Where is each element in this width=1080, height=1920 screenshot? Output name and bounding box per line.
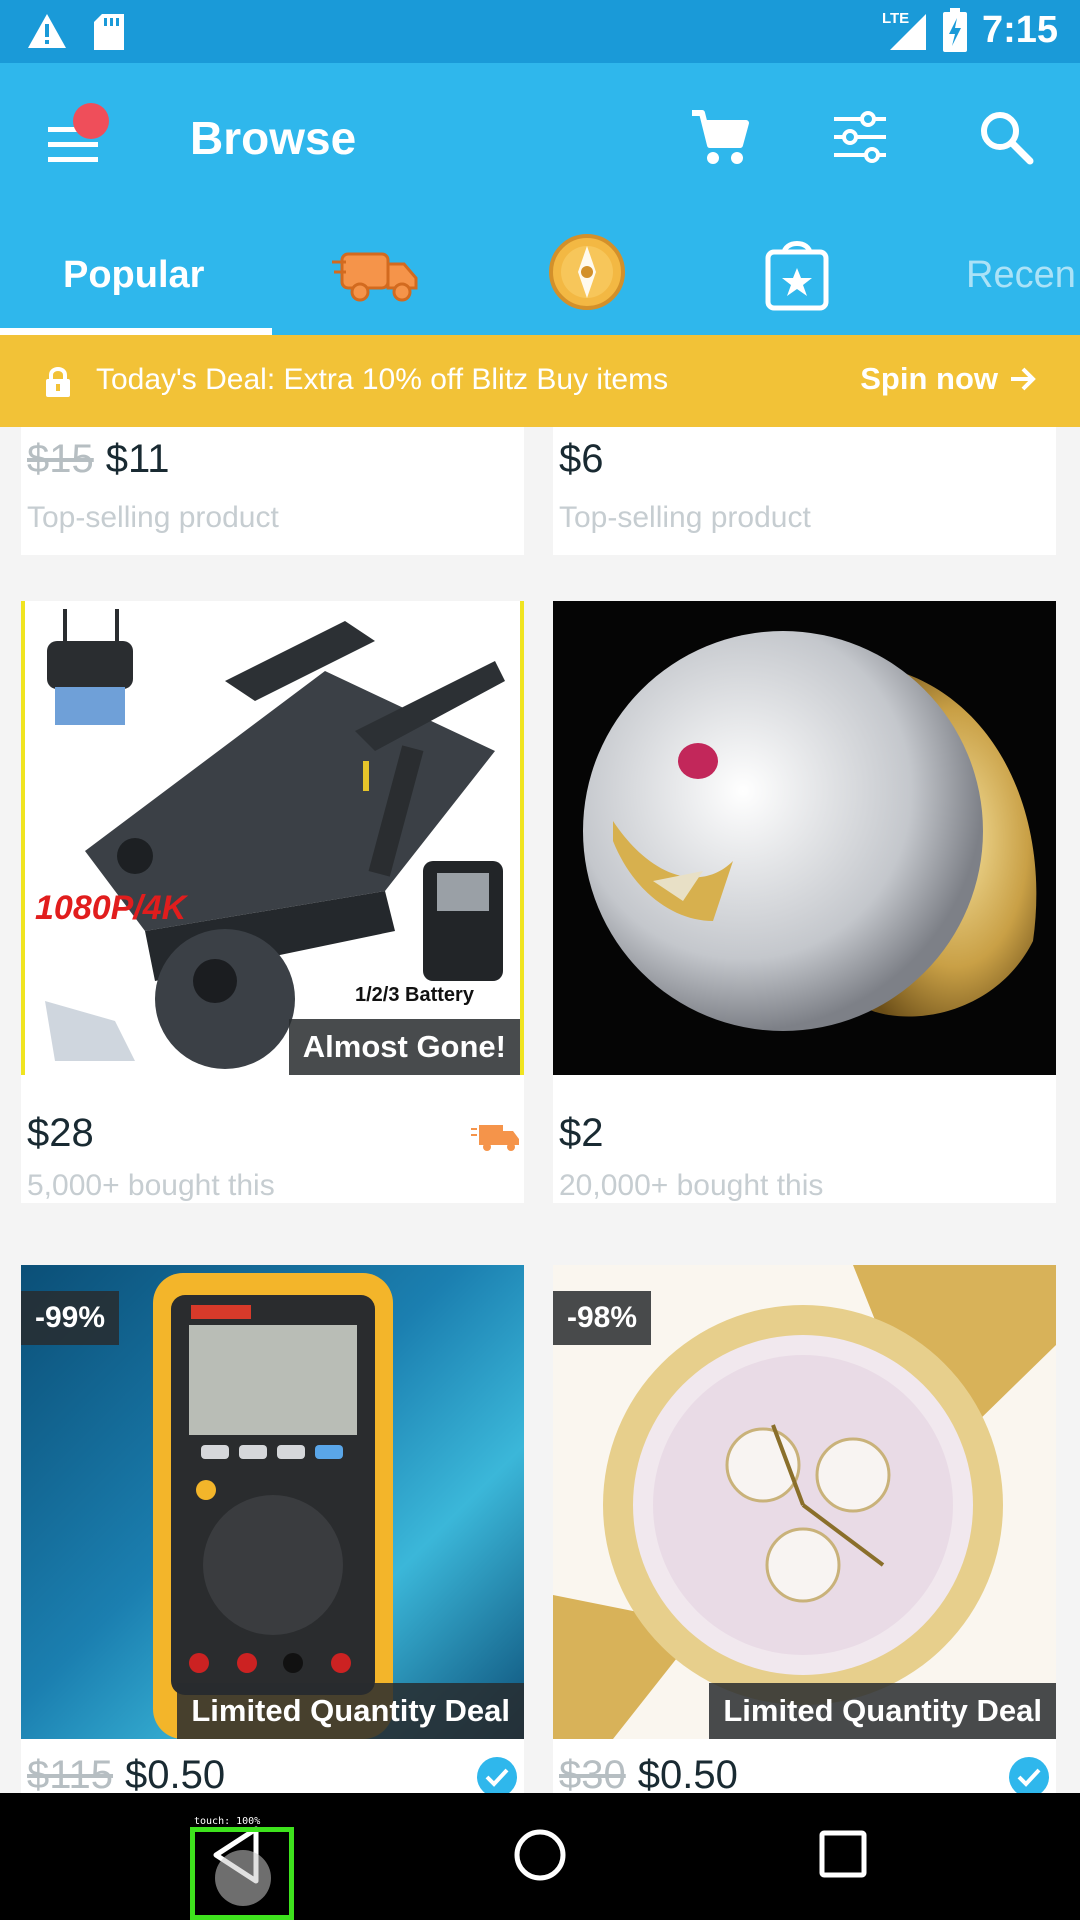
product-card[interactable]: $6 Top-selling product <box>553 427 1056 555</box>
price-row: $15 $11 <box>27 437 170 482</box>
sale-price: $6 <box>559 437 604 481</box>
spin-now-label: Spin now <box>860 361 998 396</box>
purchase-count: 5,000+ bought this <box>27 1169 275 1202</box>
product-note: Top-selling product <box>27 501 279 534</box>
product-image-watch: -98% Limited Quantity Deal <box>553 1265 1056 1739</box>
search-button[interactable] <box>974 105 1038 169</box>
limited-deal-tag: Limited Quantity Deal <box>709 1683 1056 1739</box>
tab-popular-label: Popular <box>63 254 205 296</box>
product-image-drone: 1080P/4K 1/2/3 Battery Almost Gone! <box>21 601 524 1075</box>
fast-shipping-icon <box>471 1125 519 1151</box>
recents-square-icon <box>819 1830 867 1878</box>
cart-button[interactable] <box>688 105 752 169</box>
sale-price: $11 <box>105 437 170 481</box>
product-card[interactable]: -99% Limited Quantity Deal $115 $0.50 <box>21 1265 524 1793</box>
touch-label: touch: 100% <box>194 1816 261 1827</box>
product-image-multimeter: -99% Limited Quantity Deal <box>21 1265 524 1739</box>
original-price: $115 <box>27 1753 114 1793</box>
fast-truck-icon <box>332 252 418 302</box>
product-card[interactable]: $15 $11 Top-selling product <box>21 427 524 555</box>
sale-price: $0.50 <box>637 1753 738 1793</box>
page-title: Browse <box>190 112 357 164</box>
filter-button[interactable] <box>828 105 892 169</box>
verified-check-icon <box>477 1757 517 1793</box>
filter-sliders-icon <box>834 111 886 163</box>
discount-badge: -99% <box>21 1291 120 1345</box>
tab-popular[interactable]: Popular <box>0 210 272 335</box>
purchase-count: 20,000+ bought this <box>559 1169 824 1202</box>
price-row: $30 $0.50 <box>559 1753 738 1793</box>
deal-text: Today's Deal: Extra 10% off Blitz Buy it… <box>96 363 669 396</box>
battery-charging-icon <box>942 8 967 52</box>
home-circle-icon <box>514 1829 566 1881</box>
image-text-resolution: 1080P/4K <box>35 889 189 927</box>
sd-card-icon <box>94 14 124 50</box>
product-card[interactable]: $2 20,000+ bought this <box>553 601 1056 1203</box>
sale-price: $0.50 <box>125 1753 226 1793</box>
tab-indicator <box>0 328 272 335</box>
product-grid: $15 $11 Top-selling product $6 Top-selli… <box>0 427 1080 1793</box>
tab-fast-shipping[interactable] <box>332 232 422 312</box>
original-price: $30 <box>559 1753 626 1793</box>
spin-now-button[interactable]: Spin now <box>860 361 1038 397</box>
search-icon <box>981 112 1034 165</box>
sale-price: $28 <box>27 1111 94 1155</box>
price-row: $2 <box>559 1111 604 1156</box>
app-bar: Browse <box>0 63 1080 210</box>
touch-indicator <box>190 1827 294 1920</box>
warning-icon <box>28 14 66 48</box>
home-button[interactable] <box>510 1823 570 1892</box>
touch-point <box>215 1850 271 1906</box>
notification-dot <box>73 103 109 139</box>
system-nav-bar <box>0 1793 1080 1920</box>
discount-badge: -98% <box>553 1291 652 1345</box>
cart-icon <box>692 110 749 164</box>
clock: 7:15 <box>981 8 1058 51</box>
spin-wheel-icon <box>549 234 625 310</box>
limited-deal-tag: Limited Quantity Deal <box>177 1683 524 1739</box>
price-row: $115 $0.50 <box>27 1753 225 1793</box>
original-price: $15 <box>27 437 94 481</box>
price-row: $28 <box>27 1111 94 1156</box>
arrow-right-icon <box>1011 367 1036 391</box>
recents-button[interactable] <box>814 1823 874 1892</box>
product-note: Top-selling product <box>559 501 811 534</box>
price-row: $6 <box>559 437 604 482</box>
almost-gone-tag: Almost Gone! <box>288 1019 520 1075</box>
product-image-lion-ring <box>553 601 1056 1075</box>
lte-signal-icon: LTE <box>882 8 928 52</box>
lock-icon <box>46 367 70 397</box>
shopping-bag-star-icon <box>765 241 829 311</box>
product-card[interactable]: 1080P/4K 1/2/3 Battery Almost Gone! $28 … <box>21 601 524 1203</box>
tab-recent[interactable]: Recen <box>966 254 1076 297</box>
deal-banner[interactable]: Today's Deal: Extra 10% off Blitz Buy it… <box>0 335 1080 427</box>
status-bar: LTE 7:15 <box>0 0 1080 63</box>
product-card[interactable]: -98% Limited Quantity Deal $30 $0.50 <box>553 1265 1056 1793</box>
image-text-battery: 1/2/3 Battery <box>355 984 475 1006</box>
sale-price: $2 <box>559 1111 604 1155</box>
verified-check-icon <box>1009 1757 1049 1793</box>
tab-wheel-deals[interactable] <box>542 232 632 312</box>
tab-blitz-buy[interactable] <box>752 232 842 312</box>
category-tabs: Popular Recen <box>0 210 1080 335</box>
